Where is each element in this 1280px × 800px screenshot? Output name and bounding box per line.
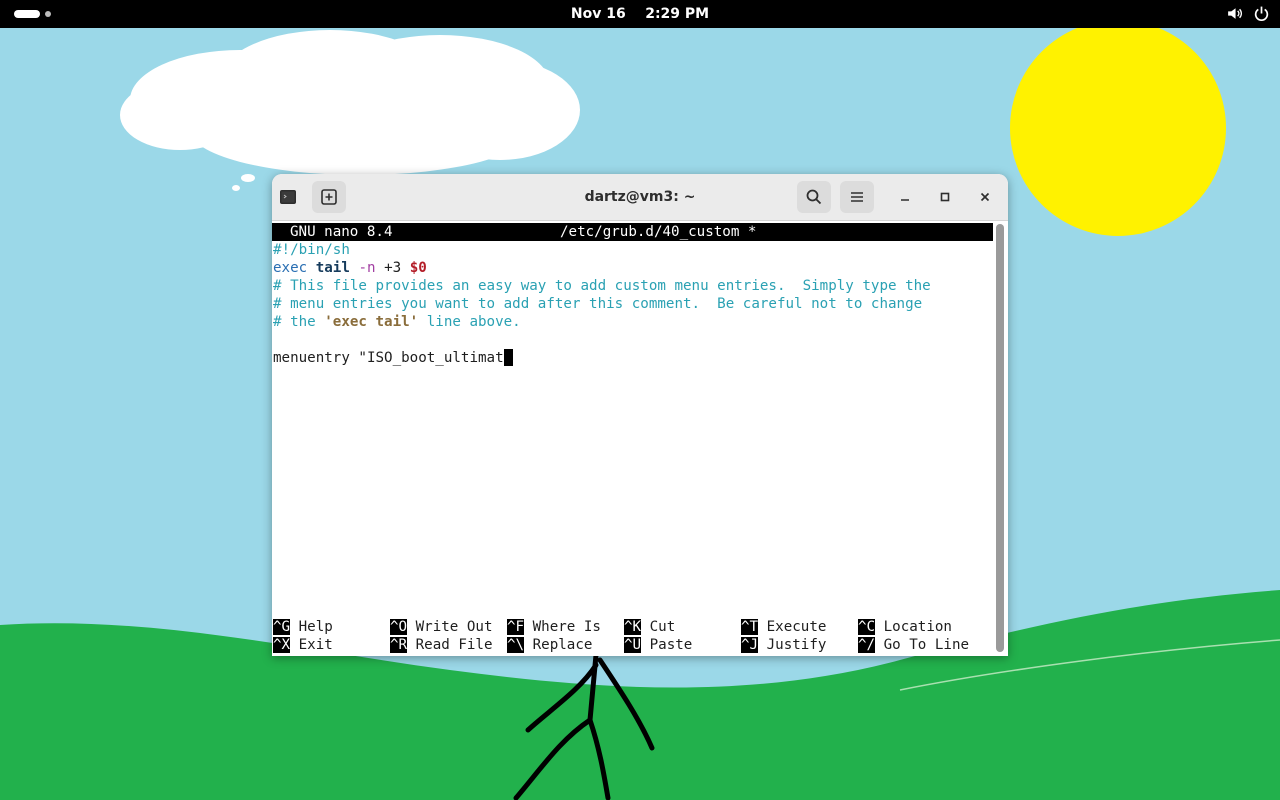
window-title: dartz@vm3: ~: [584, 189, 696, 205]
editor-line-1[interactable]: #!/bin/sh: [273, 241, 350, 259]
sun-drawing: [1010, 20, 1226, 236]
shortcut-where-is[interactable]: ^F Where Is: [507, 618, 601, 636]
activities-indicator[interactable]: [14, 10, 40, 18]
window-titlebar[interactable]: dartz@vm3: ~: [272, 174, 1008, 221]
nano-header-bar: GNU nano 8.4/etc/grub.d/40_custom *: [272, 223, 993, 241]
token-tail: tail: [315, 260, 350, 276]
token-var: $0: [409, 260, 427, 276]
minimize-button[interactable]: [892, 184, 918, 210]
token-flag: -n: [358, 260, 376, 276]
token-comment-c: line above.: [418, 314, 521, 330]
token-quoted: 'exec tail': [324, 314, 419, 330]
shortcut-write-out[interactable]: ^O Write Out: [390, 618, 493, 636]
maximize-icon: [940, 192, 950, 202]
editor-line-4[interactable]: # menu entries you want to add after thi…: [273, 295, 922, 313]
clock-date: Nov 16: [570, 6, 626, 22]
shortcut-go-to-line[interactable]: ^/ Go To Line: [858, 636, 969, 654]
shortcut-help[interactable]: ^G Help: [273, 618, 333, 636]
system-tray[interactable]: [1226, 5, 1270, 23]
scrollbar-thumb[interactable]: [996, 224, 1004, 652]
nano-filename: /etc/grub.d/40_custom *: [560, 224, 757, 240]
terminal-icon[interactable]: [275, 184, 301, 210]
clock[interactable]: Nov 16 2:29 PM: [540, 0, 740, 28]
shortcut-cut[interactable]: ^K Cut: [624, 618, 675, 636]
maximize-button[interactable]: [932, 184, 958, 210]
menuentry-text: menuentry "ISO_boot_ultimat: [273, 350, 504, 366]
new-tab-icon: [321, 189, 337, 205]
search-icon: [806, 189, 822, 205]
shortcut-exit[interactable]: ^X Exit: [273, 636, 333, 654]
shortcut-paste[interactable]: ^U Paste: [624, 636, 692, 654]
text-cursor: [503, 349, 513, 366]
editor-line-7[interactable]: menuentry "ISO_boot_ultimat: [273, 349, 513, 367]
nano-version: GNU nano 8.4: [290, 224, 393, 240]
terminal-window[interactable]: dartz@vm3: ~ GNU nano 8.4/etc/grub.d/40_…: [272, 174, 1008, 656]
minimize-icon: [901, 199, 909, 201]
menu-button[interactable]: [840, 181, 874, 213]
nano-shortcut-bar: ^G Help ^O Write Out ^F Where Is ^K Cut …: [272, 618, 993, 654]
close-button[interactable]: [972, 184, 998, 210]
workspace-dot[interactable]: [45, 11, 51, 17]
power-icon[interactable]: [1253, 5, 1270, 22]
shortcut-execute[interactable]: ^T Execute: [741, 618, 826, 636]
terminal-content[interactable]: GNU nano 8.4/etc/grub.d/40_custom * #!/b…: [272, 221, 994, 656]
top-bar: Nov 16 2:29 PM: [0, 0, 1280, 28]
token-comment-a: # the: [273, 314, 325, 330]
editor-line-3[interactable]: # This file provides an easy way to add …: [273, 277, 931, 295]
terminal-scrollbar[interactable]: [996, 224, 1004, 652]
token-number: +3: [375, 260, 410, 276]
menu-icon: [851, 192, 863, 202]
shortcut-read-file[interactable]: ^R Read File: [390, 636, 493, 654]
clock-time: 2:29 PM: [645, 6, 710, 22]
shortcut-location[interactable]: ^C Location: [858, 618, 952, 636]
token-exec: exec: [273, 260, 316, 276]
close-icon: [980, 192, 990, 202]
new-tab-button[interactable]: [312, 181, 346, 213]
editor-line-2[interactable]: exec tail -n +3 $0: [273, 259, 427, 277]
shortcut-replace[interactable]: ^\ Replace: [507, 636, 592, 654]
volume-icon[interactable]: [1226, 5, 1243, 22]
search-button[interactable]: [797, 181, 831, 213]
shortcut-justify[interactable]: ^J Justify: [741, 636, 826, 654]
editor-line-5[interactable]: # the 'exec tail' line above.: [273, 313, 521, 331]
